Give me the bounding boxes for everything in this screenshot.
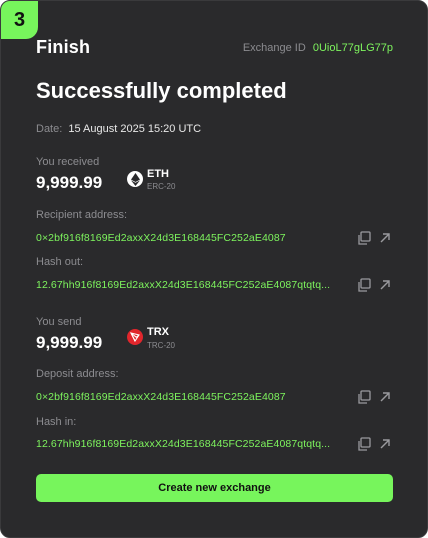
tron-icon — [127, 329, 143, 345]
received-coin-network: ERC-20 — [147, 182, 176, 191]
recipient-address-label: Recipient address: — [36, 209, 128, 221]
date-label: Date: — [36, 123, 63, 135]
copy-icon[interactable] — [356, 230, 372, 246]
external-link-icon[interactable] — [377, 277, 393, 293]
hash-out-value: 12.67hh916f8169Ed2axxX24d3E168445FC252aE… — [36, 279, 331, 291]
ethereum-icon — [127, 171, 143, 187]
received-label: You received — [36, 156, 100, 168]
exchange-id-value[interactable]: 0UioL77gLG77p — [313, 42, 393, 54]
received-coin-symbol: ETH — [147, 168, 169, 180]
create-new-exchange-button[interactable]: Create new exchange — [36, 474, 393, 502]
sent-label: You send — [36, 316, 82, 328]
external-link-icon[interactable] — [377, 436, 393, 452]
received-amount: 9,999.99 — [36, 173, 103, 192]
exchange-id: Exchange ID 0UioL77gLG77p — [243, 42, 393, 54]
page-title: Finish — [36, 37, 91, 57]
exchange-date: Date: 15 August 2025 15:20 UTC — [36, 123, 201, 135]
copy-icon[interactable] — [356, 436, 372, 452]
external-link-icon[interactable] — [377, 230, 393, 246]
hash-out-label: Hash out: — [36, 256, 84, 268]
copy-icon[interactable] — [356, 389, 372, 405]
deposit-address-value: 0×2bf916f8169Ed2axxX24d3E168445FC252aE40… — [36, 391, 286, 403]
external-link-icon[interactable] — [377, 389, 393, 405]
copy-icon[interactable] — [356, 277, 372, 293]
step-number: 3 — [13, 8, 26, 31]
hash-in-label: Hash in: — [36, 416, 77, 428]
exchange-id-label: Exchange ID — [242, 42, 306, 54]
sent-amount: 9,999.99 — [36, 333, 103, 352]
status-headline: Successfully completed — [36, 78, 287, 103]
recipient-address-value: 0×2bf916f8169Ed2axxX24d3E168445FC252aE40… — [36, 232, 286, 244]
create-new-exchange-label: Create new exchange — [158, 482, 271, 494]
hash-in-value: 12.67hh916f8169Ed2axxX24d3E168445FC252aE… — [36, 438, 331, 450]
deposit-address-label: Deposit address: — [36, 368, 119, 380]
finish-card: 3 Finish Exchange ID 0UioL77gLG77p Succe… — [0, 0, 428, 538]
date-value: 15 August 2025 15:20 UTC — [68, 123, 202, 135]
step-badge: 3 — [1, 1, 38, 39]
sent-coin-symbol: TRX — [147, 326, 169, 338]
sent-coin-network: TRC-20 — [147, 341, 176, 350]
